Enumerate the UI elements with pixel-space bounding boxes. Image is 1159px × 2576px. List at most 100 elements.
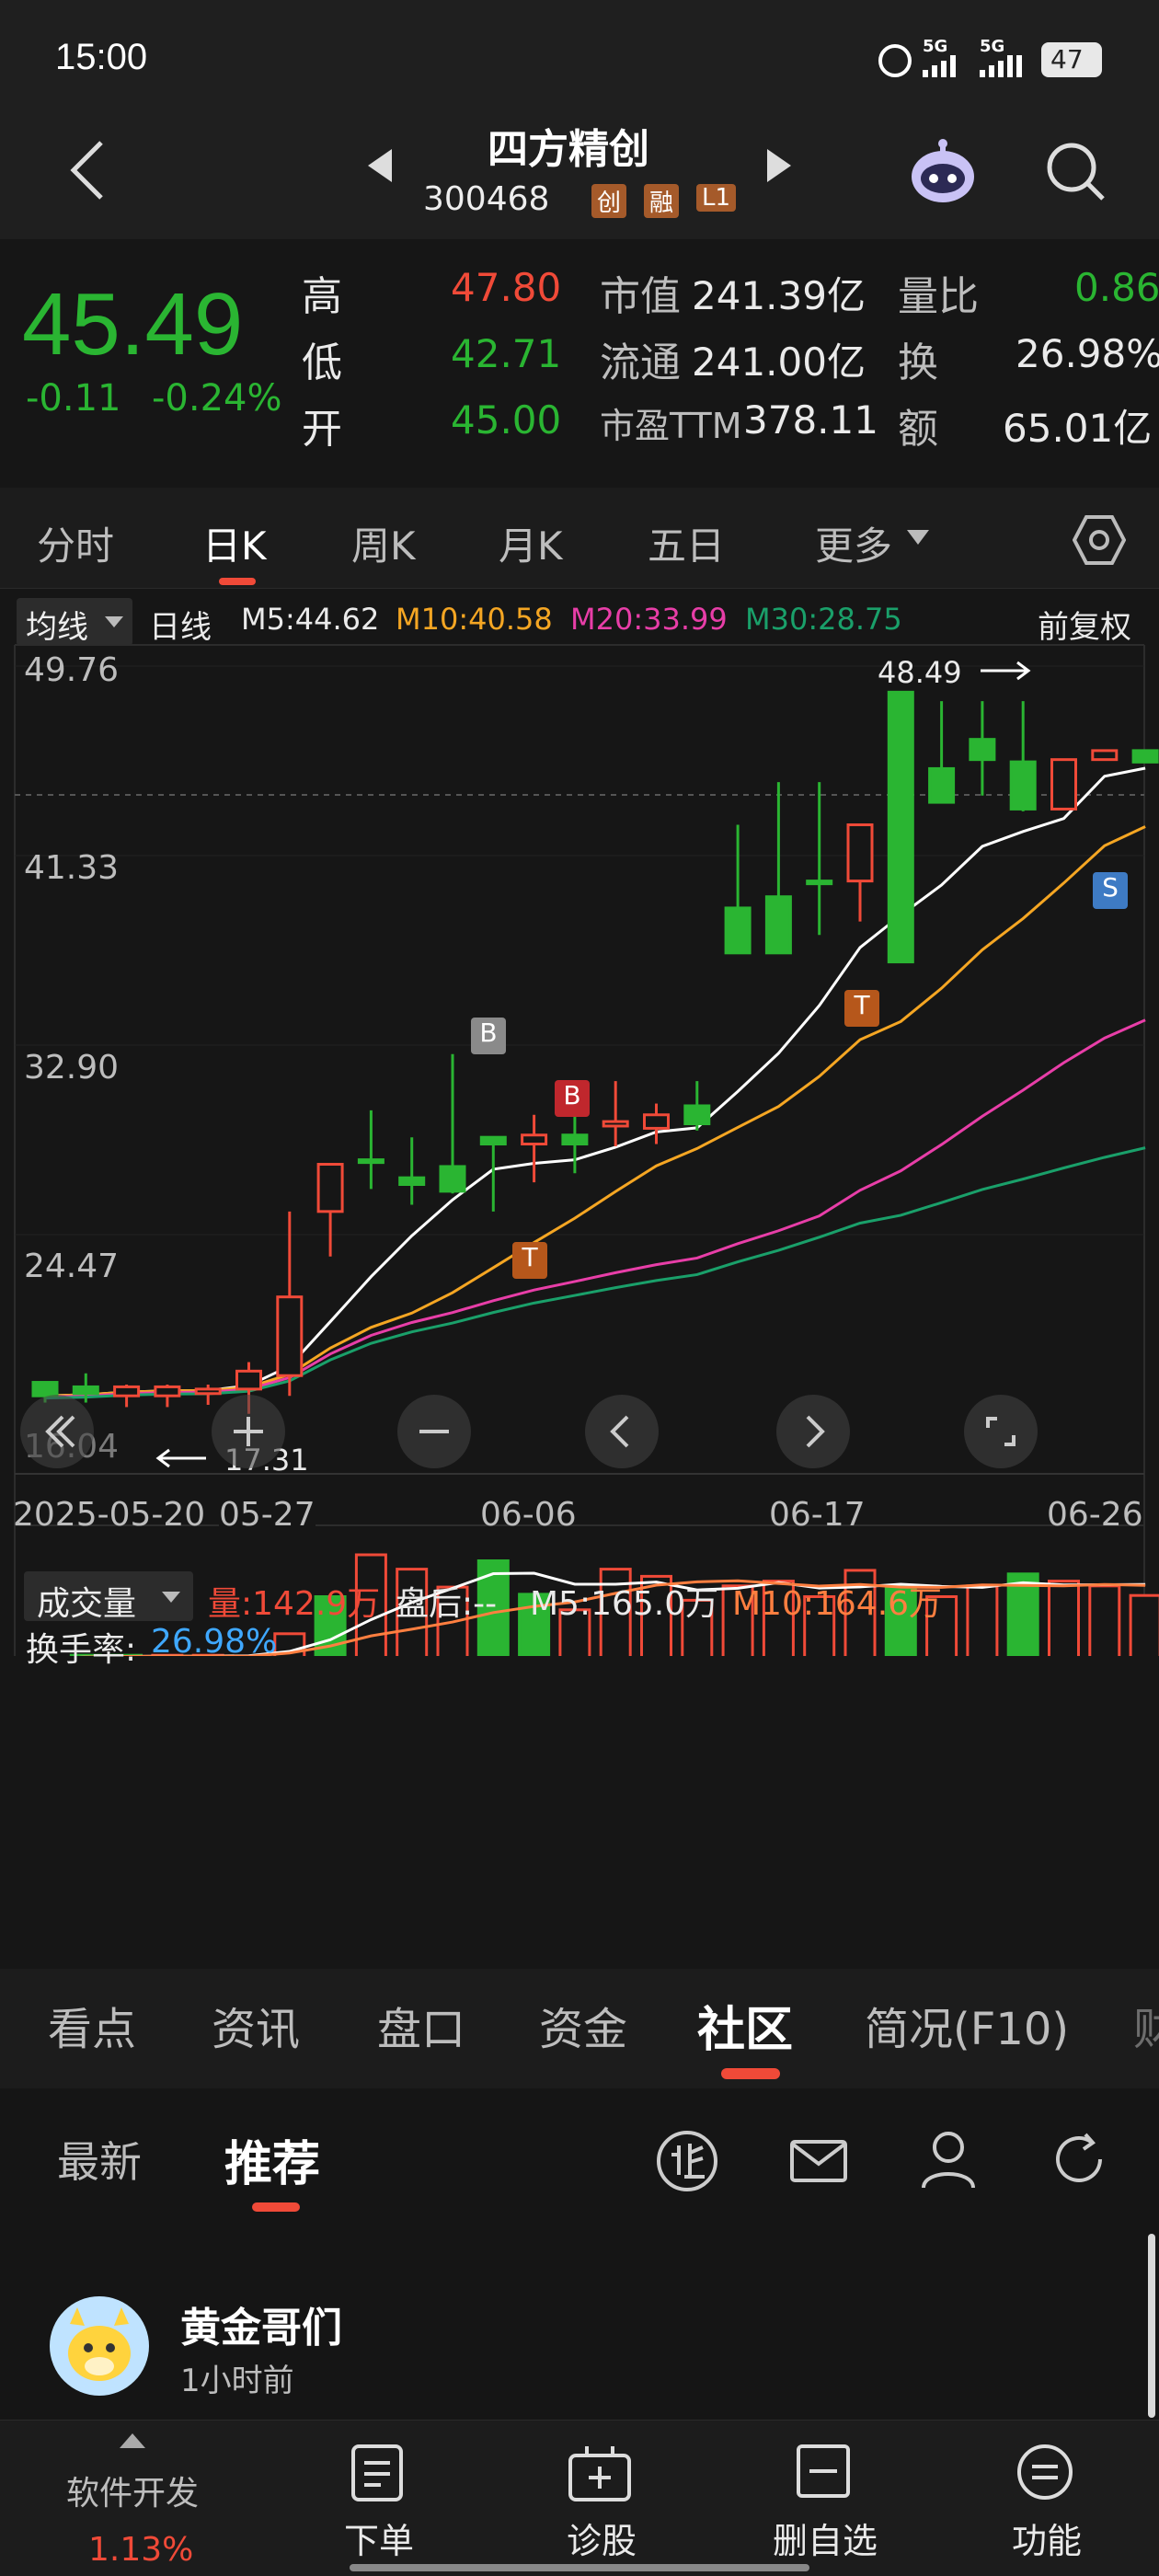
post-username[interactable]: 黄金哥们 bbox=[180, 2294, 342, 2353]
tab-news[interactable]: 资讯 bbox=[212, 1993, 300, 2057]
tag-l1: L1 bbox=[696, 184, 737, 212]
y-tick-4: 24.47 bbox=[24, 1248, 120, 1285]
turnover-label: 换 bbox=[898, 339, 938, 386]
tab-monthly-k[interactable]: 月K bbox=[499, 515, 563, 571]
turnover-rate-label: 换手率: bbox=[26, 1631, 137, 1669]
high-label: 高 bbox=[302, 273, 342, 320]
float-value: 241.00亿 bbox=[692, 339, 866, 385]
ma-selector[interactable]: 均线 bbox=[17, 598, 132, 646]
volume-ratio-label: 量比 bbox=[898, 273, 979, 320]
scrollbar[interactable] bbox=[1148, 2234, 1155, 2418]
period-label: 日线 bbox=[149, 609, 212, 646]
float-label: 流通 bbox=[600, 339, 681, 386]
tab-f10[interactable]: 简况(F10) bbox=[865, 1993, 1069, 2057]
candle-body bbox=[113, 1385, 141, 1397]
tab-weekly-k[interactable]: 周K bbox=[351, 515, 416, 571]
settings-icon[interactable] bbox=[1073, 513, 1126, 567]
tab-highlights[interactable]: 看点 bbox=[48, 1993, 136, 2057]
tab-community[interactable]: 社区 bbox=[697, 1991, 793, 2060]
volume-bar bbox=[1088, 1584, 1121, 1656]
kline-chart-area: 均线 日线 M5:44.62 M10:40.58 M20:33.99 M30:2… bbox=[0, 589, 1159, 1969]
search-icon[interactable] bbox=[1044, 140, 1108, 204]
expand-up-icon[interactable] bbox=[120, 2433, 145, 2448]
mcap-value: 241.39亿 bbox=[692, 273, 866, 318]
post-time: 1小时前 bbox=[180, 2363, 294, 2399]
battery-icon: 47 bbox=[1041, 42, 1102, 77]
prev-stock-icon[interactable] bbox=[364, 147, 396, 184]
order-icon[interactable] bbox=[350, 2443, 405, 2503]
remove-watchlist-icon[interactable] bbox=[795, 2443, 852, 2500]
back-icon[interactable] bbox=[64, 138, 110, 202]
volume-bar bbox=[1129, 1593, 1159, 1656]
candle-body bbox=[1009, 760, 1037, 811]
buy-signal-marker: B bbox=[471, 1018, 506, 1054]
amount-label: 额 bbox=[898, 406, 938, 453]
stock-name: 四方精创 bbox=[488, 126, 649, 173]
candle-body bbox=[439, 1165, 466, 1193]
candle-body bbox=[235, 1369, 262, 1391]
low-label: 低 bbox=[302, 339, 342, 386]
zoom-out-button[interactable] bbox=[397, 1395, 471, 1468]
scroll-start-button[interactable] bbox=[20, 1395, 94, 1468]
robot-assistant-icon[interactable] bbox=[906, 138, 980, 206]
candle-body bbox=[72, 1385, 99, 1396]
mail-icon[interactable] bbox=[789, 2136, 848, 2186]
t-signal-marker: T bbox=[844, 990, 879, 1027]
volume-bar bbox=[966, 1584, 999, 1656]
pe-value: 378.11 bbox=[743, 397, 878, 443]
active-tab-indicator bbox=[219, 578, 256, 585]
active-tab-indicator bbox=[721, 2068, 780, 2079]
tab-finance[interactable]: 财 bbox=[1133, 1993, 1159, 2057]
refresh-icon[interactable] bbox=[1049, 2129, 1109, 2190]
tab-daily-k[interactable]: 日K bbox=[202, 515, 267, 571]
functions-icon[interactable] bbox=[1016, 2443, 1074, 2501]
tab-intraday[interactable]: 分时 bbox=[37, 515, 114, 571]
next-stock-icon[interactable] bbox=[763, 147, 795, 184]
price-change: -0.11 bbox=[26, 377, 121, 420]
ma10-legend: M10:40.58 bbox=[396, 602, 553, 637]
clock: 15:00 bbox=[55, 37, 148, 77]
stock-bar-icon[interactable] bbox=[655, 2129, 719, 2193]
tab-latest[interactable]: 最新 bbox=[57, 2129, 142, 2190]
candle-body bbox=[316, 1163, 344, 1213]
order-button[interactable]: 下单 bbox=[344, 2513, 414, 2563]
functions-button[interactable]: 功能 bbox=[1012, 2513, 1082, 2563]
quote-panel: 45.49 -0.11 -0.24% 高 47.80 低 42.71 开 45.… bbox=[0, 239, 1159, 488]
volume-bar bbox=[1048, 1580, 1080, 1656]
user-icon[interactable] bbox=[920, 2129, 977, 2190]
header-bar: 四方精创 300468 创 融 L1 bbox=[0, 110, 1159, 239]
info-tabs: 看点 资讯 盘口 资金 社区 简况(F10) 财 bbox=[0, 1969, 1159, 2088]
candle-body bbox=[1050, 758, 1077, 811]
adjust-toggle[interactable]: 前复权 bbox=[1038, 602, 1131, 647]
tab-capital[interactable]: 资金 bbox=[539, 1993, 627, 2057]
candle-body bbox=[479, 1135, 507, 1146]
y-tick-3: 32.90 bbox=[24, 1049, 120, 1087]
candle-body bbox=[276, 1295, 304, 1377]
zoom-in-button[interactable] bbox=[212, 1395, 285, 1468]
candle-body bbox=[398, 1176, 426, 1187]
volume-value: 量:142.9万 bbox=[208, 1585, 381, 1623]
tag-rong: 融 bbox=[644, 184, 680, 218]
avatar[interactable] bbox=[50, 2296, 149, 2396]
fullscreen-button[interactable] bbox=[964, 1395, 1038, 1468]
candle-body bbox=[357, 1158, 384, 1165]
tab-five-day[interactable]: 五日 bbox=[648, 515, 725, 571]
tab-more[interactable]: 更多 bbox=[815, 515, 892, 571]
stock-code: 300468 bbox=[423, 180, 550, 218]
candle-body bbox=[31, 1381, 59, 1397]
sector-index-name[interactable]: 软件开发 bbox=[66, 2467, 199, 2514]
diagnose-icon[interactable] bbox=[567, 2443, 633, 2503]
candle-body bbox=[887, 690, 914, 964]
turnover-rate-value: 26.98% bbox=[151, 1623, 278, 1661]
ma5-legend: M5:44.62 bbox=[241, 602, 380, 637]
volume-ma10: M10:164.6万 bbox=[732, 1585, 943, 1623]
x-tick-3: 06-06 bbox=[480, 1496, 577, 1534]
remove-watchlist-button[interactable]: 删自选 bbox=[773, 2513, 878, 2563]
scroll-right-button[interactable] bbox=[776, 1395, 850, 1468]
tab-recommended[interactable]: 推荐 bbox=[224, 2125, 320, 2194]
volume-selector[interactable]: 成交量 bbox=[24, 1571, 193, 1623]
diagnose-button[interactable]: 诊股 bbox=[567, 2513, 637, 2563]
tab-order-book[interactable]: 盘口 bbox=[377, 1993, 465, 2057]
signal-icon bbox=[923, 55, 956, 77]
scroll-left-button[interactable] bbox=[585, 1395, 659, 1468]
